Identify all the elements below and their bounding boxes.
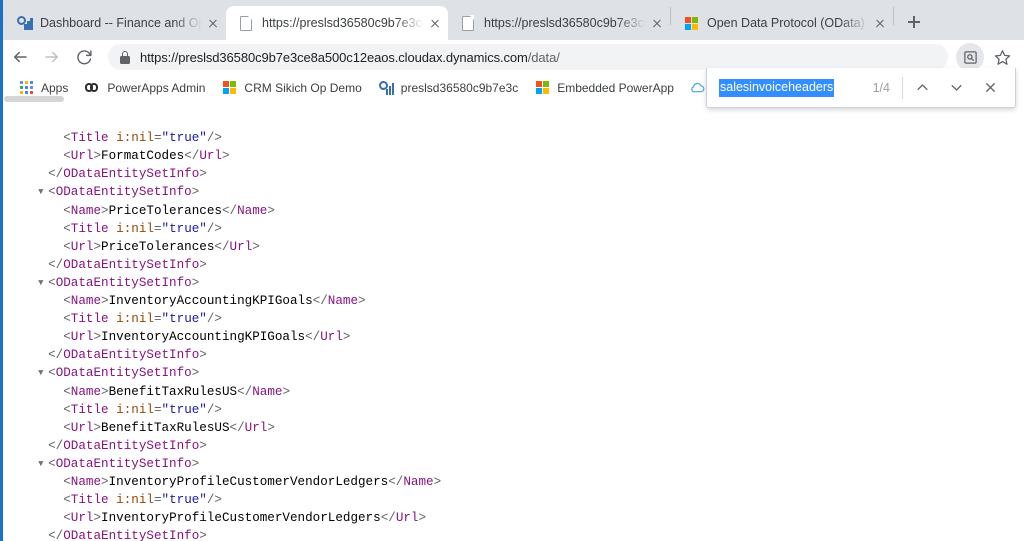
lock-icon — [120, 51, 130, 64]
collapse-arrow-icon[interactable]: ▼ — [38, 183, 48, 201]
generic-page-icon — [460, 15, 476, 31]
cloud-icon — [690, 80, 706, 96]
tab-title: Dashboard -- Finance and Opera — [40, 16, 202, 30]
xml-line-title: <Title i:nil="true"/> — [33, 491, 1024, 509]
find-match-count: 1/4 — [873, 81, 890, 95]
tab-strip: Dashboard -- Finance and Opera https://p… — [0, 0, 1024, 40]
url-text: https://preslsd36580c9b7e3ce8a500c12eaos… — [140, 50, 560, 65]
close-icon[interactable] — [204, 14, 222, 32]
xml-line-open: ▼<ODataEntitySetInfo> — [33, 183, 1024, 201]
xml-line-close: </ODataEntitySetInfo> — [33, 256, 1024, 274]
find-input[interactable]: salesinvoiceheaders — [719, 79, 865, 97]
xml-line-name: <Name>BenefitTaxRulesUS</Name> — [33, 383, 1024, 401]
xml-line-name: <Name>PriceTolerances</Name> — [33, 202, 1024, 220]
bookmark-label: Apps — [41, 81, 68, 95]
find-next-icon[interactable] — [939, 71, 973, 105]
close-icon[interactable] — [648, 14, 666, 32]
tab-odata-metadata-active[interactable]: https://preslsd36580c9b7e3ce8a5 — [226, 6, 448, 40]
bookmark-preslsd-environment[interactable]: preslsd36580c9b7e3c — [370, 77, 526, 99]
address-bar[interactable]: https://preslsd36580c9b7e3ce8a500c12eaos… — [108, 44, 948, 70]
xml-line-name: <Name>InventoryAccountingKPIGoals</Name> — [33, 292, 1024, 310]
collapse-arrow-icon[interactable]: ▼ — [38, 455, 48, 473]
generic-page-icon — [238, 15, 254, 31]
horizontal-scrollbar[interactable] — [4, 96, 64, 102]
dashboard-chart-icon — [16, 15, 32, 31]
find-in-page-icon[interactable] — [956, 43, 984, 71]
bookmark-powerapps-admin[interactable]: PowerApps Admin — [76, 77, 213, 99]
microsoft-icon — [683, 15, 699, 31]
new-tab-button[interactable] — [900, 8, 928, 36]
xml-line-close: </ODataEntitySetInfo> — [33, 437, 1024, 455]
xml-line-partial-title: <Title i:nil="true"/> — [33, 129, 1024, 147]
xml-line-title: <Title i:nil="true"/> — [33, 220, 1024, 238]
bookmark-label: preslsd36580c9b7e3c — [401, 81, 518, 95]
xml-line-close: </ODataEntitySetInfo> — [33, 165, 1024, 183]
bookmark-crm-sikich-op-demo[interactable]: CRM Sikich Op Demo — [213, 77, 369, 99]
bookmark-label: Embedded PowerApp — [557, 81, 674, 95]
bookmark-star-icon[interactable] — [988, 43, 1016, 71]
forward-button[interactable] — [38, 43, 66, 71]
tab-open-data-protocol[interactable]: Open Data Protocol (OData) - Fin — [671, 6, 893, 40]
bookmark-label: CRM Sikich Op Demo — [244, 81, 361, 95]
browser-window: Dashboard -- Finance and Opera https://p… — [0, 0, 1024, 541]
bookmark-label: PowerApps Admin — [107, 81, 205, 95]
xml-line-url: <Url>PriceTolerances</Url> — [33, 238, 1024, 256]
find-previous-icon[interactable] — [905, 71, 939, 105]
dashboard-chart-icon — [378, 80, 394, 96]
xml-tree-viewer: <Title i:nil="true"/> <Url>FormatCodes</… — [3, 102, 1024, 541]
xml-line-name: <Name>InventoryProfileCustomerVendorLedg… — [33, 473, 1024, 491]
xml-line-close: </ODataEntitySetInfo> — [33, 527, 1024, 541]
window-left-edge — [0, 0, 3, 541]
xml-line-open: ▼<ODataEntitySetInfo> — [33, 274, 1024, 292]
tab-odata-metadata-2[interactable]: https://preslsd36580c9b7e3ce8a5 — [448, 6, 670, 40]
apps-grid-icon — [18, 80, 34, 96]
tab-title: https://preslsd36580c9b7e3ce8a5 — [262, 16, 424, 30]
url-origin: https://preslsd36580c9b7e3ce8a500c12eaos… — [140, 50, 528, 65]
xml-line-open: ▼<ODataEntitySetInfo> — [33, 364, 1024, 382]
tab-dashboard[interactable]: Dashboard -- Finance and Opera — [4, 6, 226, 40]
collapse-arrow-icon[interactable]: ▼ — [38, 274, 48, 292]
tab-separator — [893, 7, 894, 25]
find-bar: salesinvoiceheaders 1/4 — [706, 68, 1016, 108]
find-divider — [902, 77, 903, 99]
powerapps-icon — [84, 80, 100, 96]
close-icon[interactable] — [871, 14, 889, 32]
xml-line-url: <Url>InventoryAccountingKPIGoals</Url> — [33, 328, 1024, 346]
find-close-icon[interactable] — [973, 71, 1007, 105]
xml-line-close: </ODataEntitySetInfo> — [33, 346, 1024, 364]
xml-line-open: ▼<ODataEntitySetInfo> — [33, 455, 1024, 473]
microsoft-icon — [221, 80, 237, 96]
xml-line-url: <Url>InventoryProfileCustomerVendorLedge… — [33, 509, 1024, 527]
tab-title: Open Data Protocol (OData) - Fin — [707, 16, 869, 30]
xml-line-title: <Title i:nil="true"/> — [33, 401, 1024, 419]
find-query-text: salesinvoiceheaders — [719, 79, 834, 97]
microsoft-icon — [534, 80, 550, 96]
collapse-arrow-icon[interactable]: ▼ — [38, 364, 48, 382]
close-icon[interactable] — [426, 14, 444, 32]
bookmark-embedded-powerapp[interactable]: Embedded PowerApp — [526, 77, 682, 99]
xml-line-url: <Url>BenefitTaxRulesUS</Url> — [33, 419, 1024, 437]
back-button[interactable] — [6, 43, 34, 71]
url-path: /data/ — [528, 50, 560, 65]
xml-line-title: <Title i:nil="true"/> — [33, 310, 1024, 328]
xml-line-url: <Url>FormatCodes</Url> — [33, 147, 1024, 165]
tab-title: https://preslsd36580c9b7e3ce8a5 — [484, 16, 646, 30]
xml-tree-root: <Title i:nil="true"/> <Url>FormatCodes</… — [33, 129, 1024, 541]
reload-button[interactable] — [70, 43, 98, 71]
